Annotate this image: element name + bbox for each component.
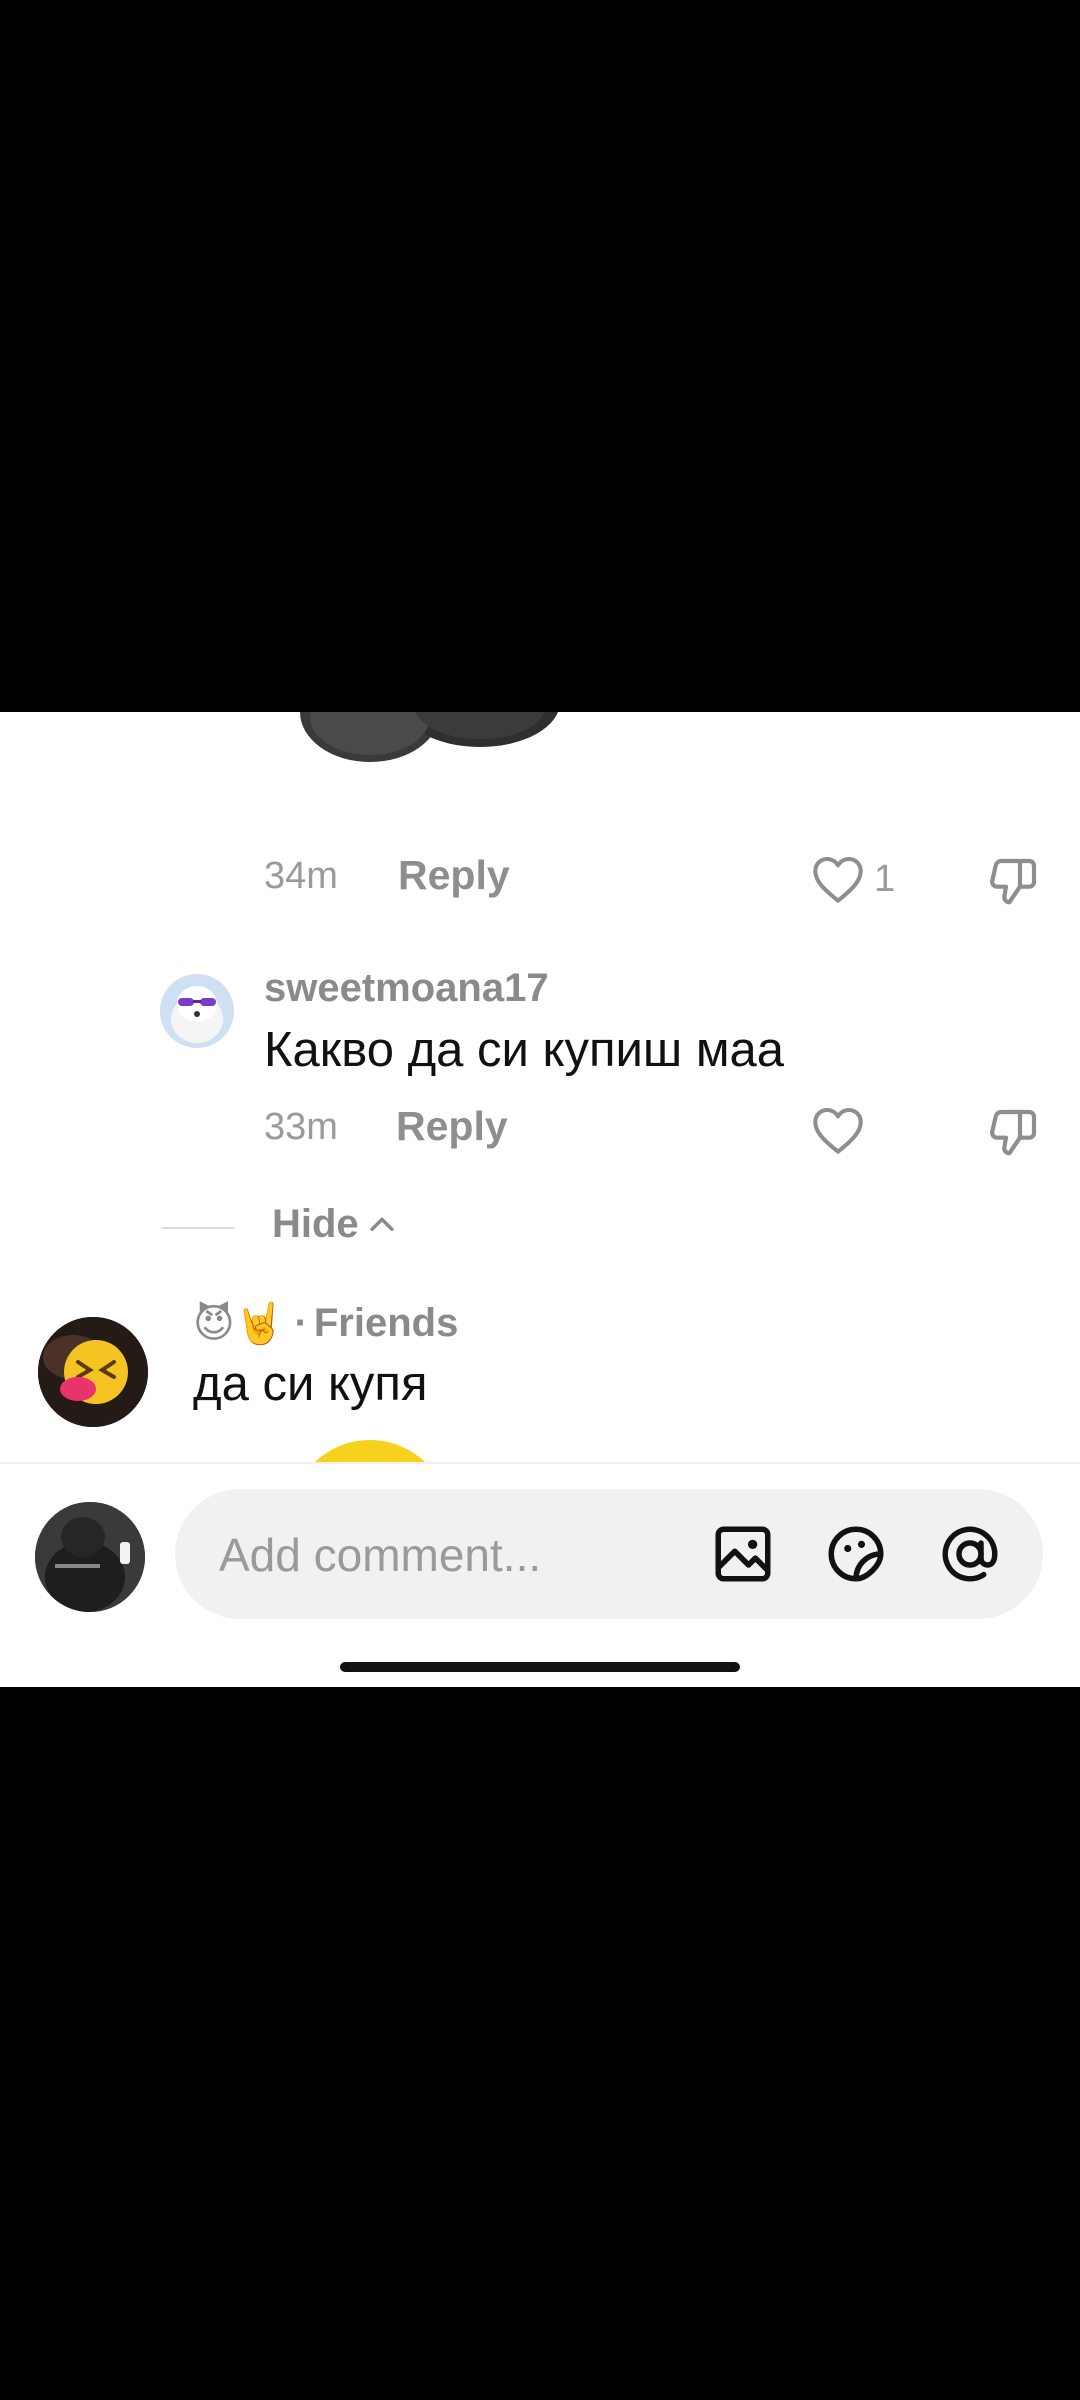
reply-button[interactable]: Reply <box>398 852 510 899</box>
avatar[interactable] <box>38 1317 148 1427</box>
home-indicator <box>340 1662 740 1672</box>
comment-input[interactable] <box>217 1519 681 1591</box>
comment-time: 33m <box>264 1106 338 1148</box>
video-area[interactable] <box>0 0 1080 712</box>
dislike-icon[interactable] <box>985 854 1041 910</box>
chevron-up-icon <box>370 1217 394 1231</box>
user-avatar-image <box>35 1502 145 1612</box>
comment-input-pill[interactable] <box>175 1489 1043 1619</box>
emoji-avatar-image <box>38 1317 148 1427</box>
reply-button[interactable]: Reply <box>396 1103 508 1150</box>
comment-text: Какво да си купиш маа <box>264 1023 785 1077</box>
dislike-icon[interactable] <box>985 1105 1041 1161</box>
separator: · <box>294 1301 308 1345</box>
username-emoji: 😈🤘 <box>193 1302 285 1346</box>
comment-username[interactable]: sweetmoana17 <box>264 966 549 1011</box>
heart-icon <box>813 1107 863 1154</box>
bottom-area <box>0 1687 1080 2400</box>
image-icon[interactable] <box>710 1521 776 1587</box>
comment-username[interactable]: 😈🤘 · Friends <box>193 1300 458 1347</box>
comment-text: да си купя <box>193 1357 428 1411</box>
mention-icon[interactable] <box>937 1521 1003 1587</box>
friends-tag: Friends <box>313 1301 459 1345</box>
heart-icon <box>813 856 863 903</box>
like-count: 1 <box>874 857 896 900</box>
divider <box>162 1227 234 1229</box>
sticker-image <box>300 712 558 762</box>
like-button[interactable]: 1 <box>810 854 895 904</box>
sticker-icon[interactable] <box>823 1521 889 1587</box>
hide-replies-button[interactable]: Hide <box>272 1202 399 1247</box>
dog-avatar-image <box>160 974 234 1048</box>
comments-panel: 34m Reply 1 sweetmoana17 Какво да си куп… <box>0 712 1080 1687</box>
like-button[interactable] <box>810 1105 866 1155</box>
comment-time: 34m <box>264 855 338 897</box>
hide-label: Hide <box>272 1202 359 1246</box>
user-avatar[interactable] <box>35 1502 145 1612</box>
comment-composer <box>0 1462 1080 1687</box>
avatar[interactable] <box>160 974 234 1048</box>
